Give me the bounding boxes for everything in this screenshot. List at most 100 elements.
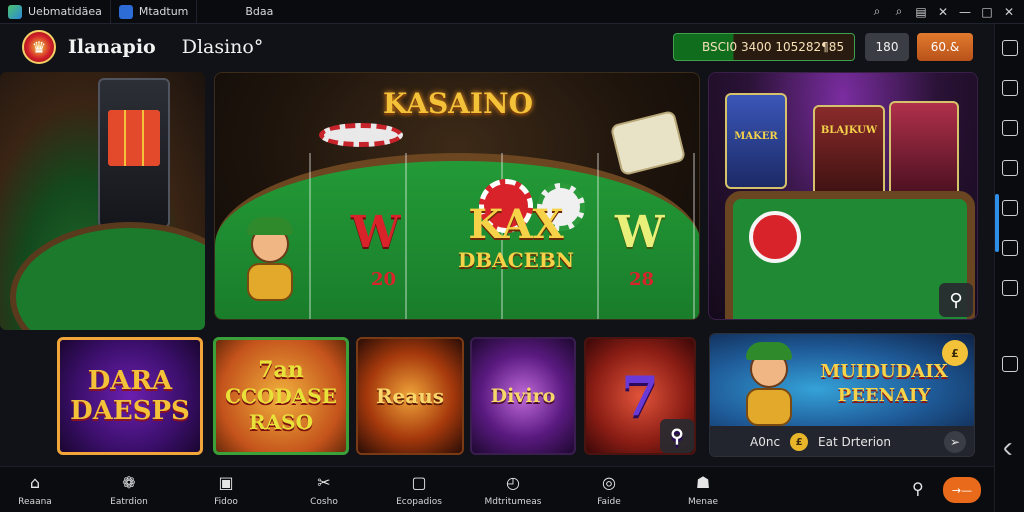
hero-banner[interactable]: KASAINO W 20 W 28 KAX DBACEBN [214, 72, 700, 320]
nav-sports[interactable]: ▢ Ecopadios [384, 471, 454, 508]
slot-machine-icon [98, 78, 170, 228]
tile-title: 7an [258, 357, 304, 383]
hero-center-small: DBACEBN [457, 248, 575, 272]
promo-icon: ❁ [122, 472, 136, 492]
game-tile-codase[interactable]: 7an CCODASE RASO [213, 337, 349, 455]
nav-promotions[interactable]: ❁ Eatrdion [94, 471, 164, 508]
maximize-icon[interactable]: □ [978, 3, 996, 21]
nav-casino[interactable]: ✂ Cosho [289, 471, 359, 508]
hero-right-w: W [615, 207, 665, 258]
layout-icon[interactable] [1002, 356, 1018, 372]
mascot-character-icon [237, 213, 303, 303]
brand-name[interactable]: Ilanapio [68, 36, 156, 58]
hero-left-w: W [351, 207, 401, 258]
hero-right-number: 28 [629, 269, 655, 290]
screenshot-icon[interactable] [1002, 200, 1018, 216]
live-icon: ◎ [602, 472, 616, 492]
nav-home[interactable]: ⌂ Reaana [0, 471, 70, 508]
tab-1[interactable]: Uebmatidäea [0, 0, 111, 24]
game-tile-seven[interactable]: 7 ⚲ [584, 337, 696, 455]
right-sidebar [994, 24, 1024, 512]
running-person-icon[interactable]: ➢ [944, 431, 966, 453]
tile-title: DARA [87, 366, 173, 396]
poker-chip-icon [319, 123, 403, 147]
site-header: ♛ Ilanapio Dlasino° BSCI0 3400 105282¶85… [0, 24, 994, 70]
umbrella-icon: ☗ [695, 472, 711, 492]
expand-icon[interactable] [1002, 40, 1018, 56]
record-icon[interactable] [1002, 160, 1018, 176]
close-icon[interactable]: ✕ [1000, 3, 1018, 21]
balance-display[interactable]: BSCI0 3400 105282¶85 [673, 33, 855, 61]
sports-icon: ▢ [411, 472, 427, 492]
left-banner[interactable] [0, 72, 205, 330]
slot-machine-icon [889, 101, 959, 197]
tile-subtitle-2: RASO [248, 410, 313, 434]
hero-center-logo: KAX DBACEBN [451, 203, 581, 273]
zoom-icon[interactable]: ⌕ [890, 3, 908, 21]
poker-chip-icon [749, 211, 801, 263]
tile-subtitle: DAESPS [70, 396, 190, 426]
search-icon[interactable]: ⚲ [912, 479, 924, 498]
tile-title: Diviro [490, 385, 556, 407]
slot-machine-icon: MAKER [725, 93, 787, 189]
cab-a-label: MAKER [734, 131, 778, 142]
fullscreen-icon[interactable] [1002, 80, 1018, 96]
back-icon[interactable] [1002, 441, 1018, 457]
tab-3[interactable]: Bdaa [237, 0, 281, 24]
tile-title: 7 [621, 364, 659, 428]
promo-footer-text: Eat Drterion [818, 435, 891, 449]
tab-3-label: Bdaa [245, 5, 274, 18]
nav-live[interactable]: ◎ Faide [574, 471, 644, 508]
search-icon[interactable]: ⚲ [660, 419, 694, 453]
game-tile-dara[interactable]: DARA DAESPS [57, 337, 203, 455]
tab-1-label: Uebmatidäea [28, 5, 102, 18]
nav-multiplayer[interactable]: ◴ Mdtritumeas [478, 471, 548, 508]
nav-label: Cosho [310, 497, 338, 507]
app-icon [8, 4, 22, 19]
nav-label: Mdtritumeas [484, 497, 542, 507]
tab-2[interactable]: Mtadtum [111, 0, 198, 24]
promo-title: MUIDUDAIX PEENAIY [820, 361, 948, 406]
nav-label: Eatrdion [110, 497, 148, 507]
cab-b-label: BLAJKUW [820, 125, 878, 136]
nav-label: Ecopadios [396, 497, 442, 507]
promo-card[interactable]: MUIDUDAIX PEENAIY £ A0nc £ Eat Drterion … [709, 333, 975, 457]
promo-footer-left: A0nc [750, 435, 781, 449]
brand-subtitle: Dlasino° [181, 36, 264, 58]
nav-label: Fidoo [214, 497, 238, 507]
logo-icon[interactable]: ♛ [22, 30, 56, 64]
titlebar: Uebmatidäea Mtadtum Bdaa ⌕ ⌕ ▤ ✕ — □ ✕ [0, 0, 1024, 24]
search-icon[interactable]: ⚲ [939, 283, 973, 317]
settings-icon[interactable] [1002, 280, 1018, 296]
tile-title: Reaus [375, 384, 445, 408]
game-tile-diviro[interactable]: Diviro [470, 337, 576, 455]
nav-games[interactable]: ▣ Fidoo [191, 471, 261, 508]
game-tile-reaus[interactable]: Reaus [356, 337, 464, 455]
chat-button[interactable]: →— [943, 477, 981, 503]
minimize-icon[interactable]: — [956, 3, 974, 21]
titlebar-actions: ⌕ ⌕ ▤ ✕ — □ ✕ [868, 3, 1024, 21]
nav-label: Reaana [18, 497, 52, 507]
deposit-button[interactable]: 60.& [917, 33, 973, 61]
login-button[interactable]: 180 [865, 33, 909, 61]
nav-menu[interactable]: ☗ Menae [668, 471, 738, 508]
tile-subtitle: CCODASE [225, 384, 337, 408]
hero-center-big: KAX [468, 201, 564, 248]
promo-footer: A0nc £ Eat Drterion ➢ [710, 426, 974, 456]
window-icon[interactable] [1002, 120, 1018, 136]
pin-icon[interactable]: ✕ [934, 3, 952, 21]
app-window: Uebmatidäea Mtadtum Bdaa ⌕ ⌕ ▤ ✕ — □ ✕ ♛… [0, 0, 1024, 512]
share-icon[interactable] [1002, 240, 1018, 256]
search-icon[interactable]: ⌕ [868, 3, 886, 21]
active-indicator [995, 194, 999, 252]
side-banner[interactable]: MAKER BLAJKUW ⚲ [708, 72, 978, 320]
table-felt [10, 222, 205, 330]
menu-icon[interactable]: ▤ [912, 3, 930, 21]
casino-icon: ✂ [317, 472, 331, 492]
slot-machine-icon: BLAJKUW [813, 105, 885, 201]
home-icon: ⌂ [29, 472, 41, 492]
window-icon [118, 4, 133, 19]
games-icon: ▣ [218, 472, 234, 492]
bottom-nav: ⌂ Reaana ❁ Eatrdion ▣ Fidoo ✂ Cosho ▢ Ec… [0, 466, 994, 512]
nav-label: Faide [597, 497, 621, 507]
